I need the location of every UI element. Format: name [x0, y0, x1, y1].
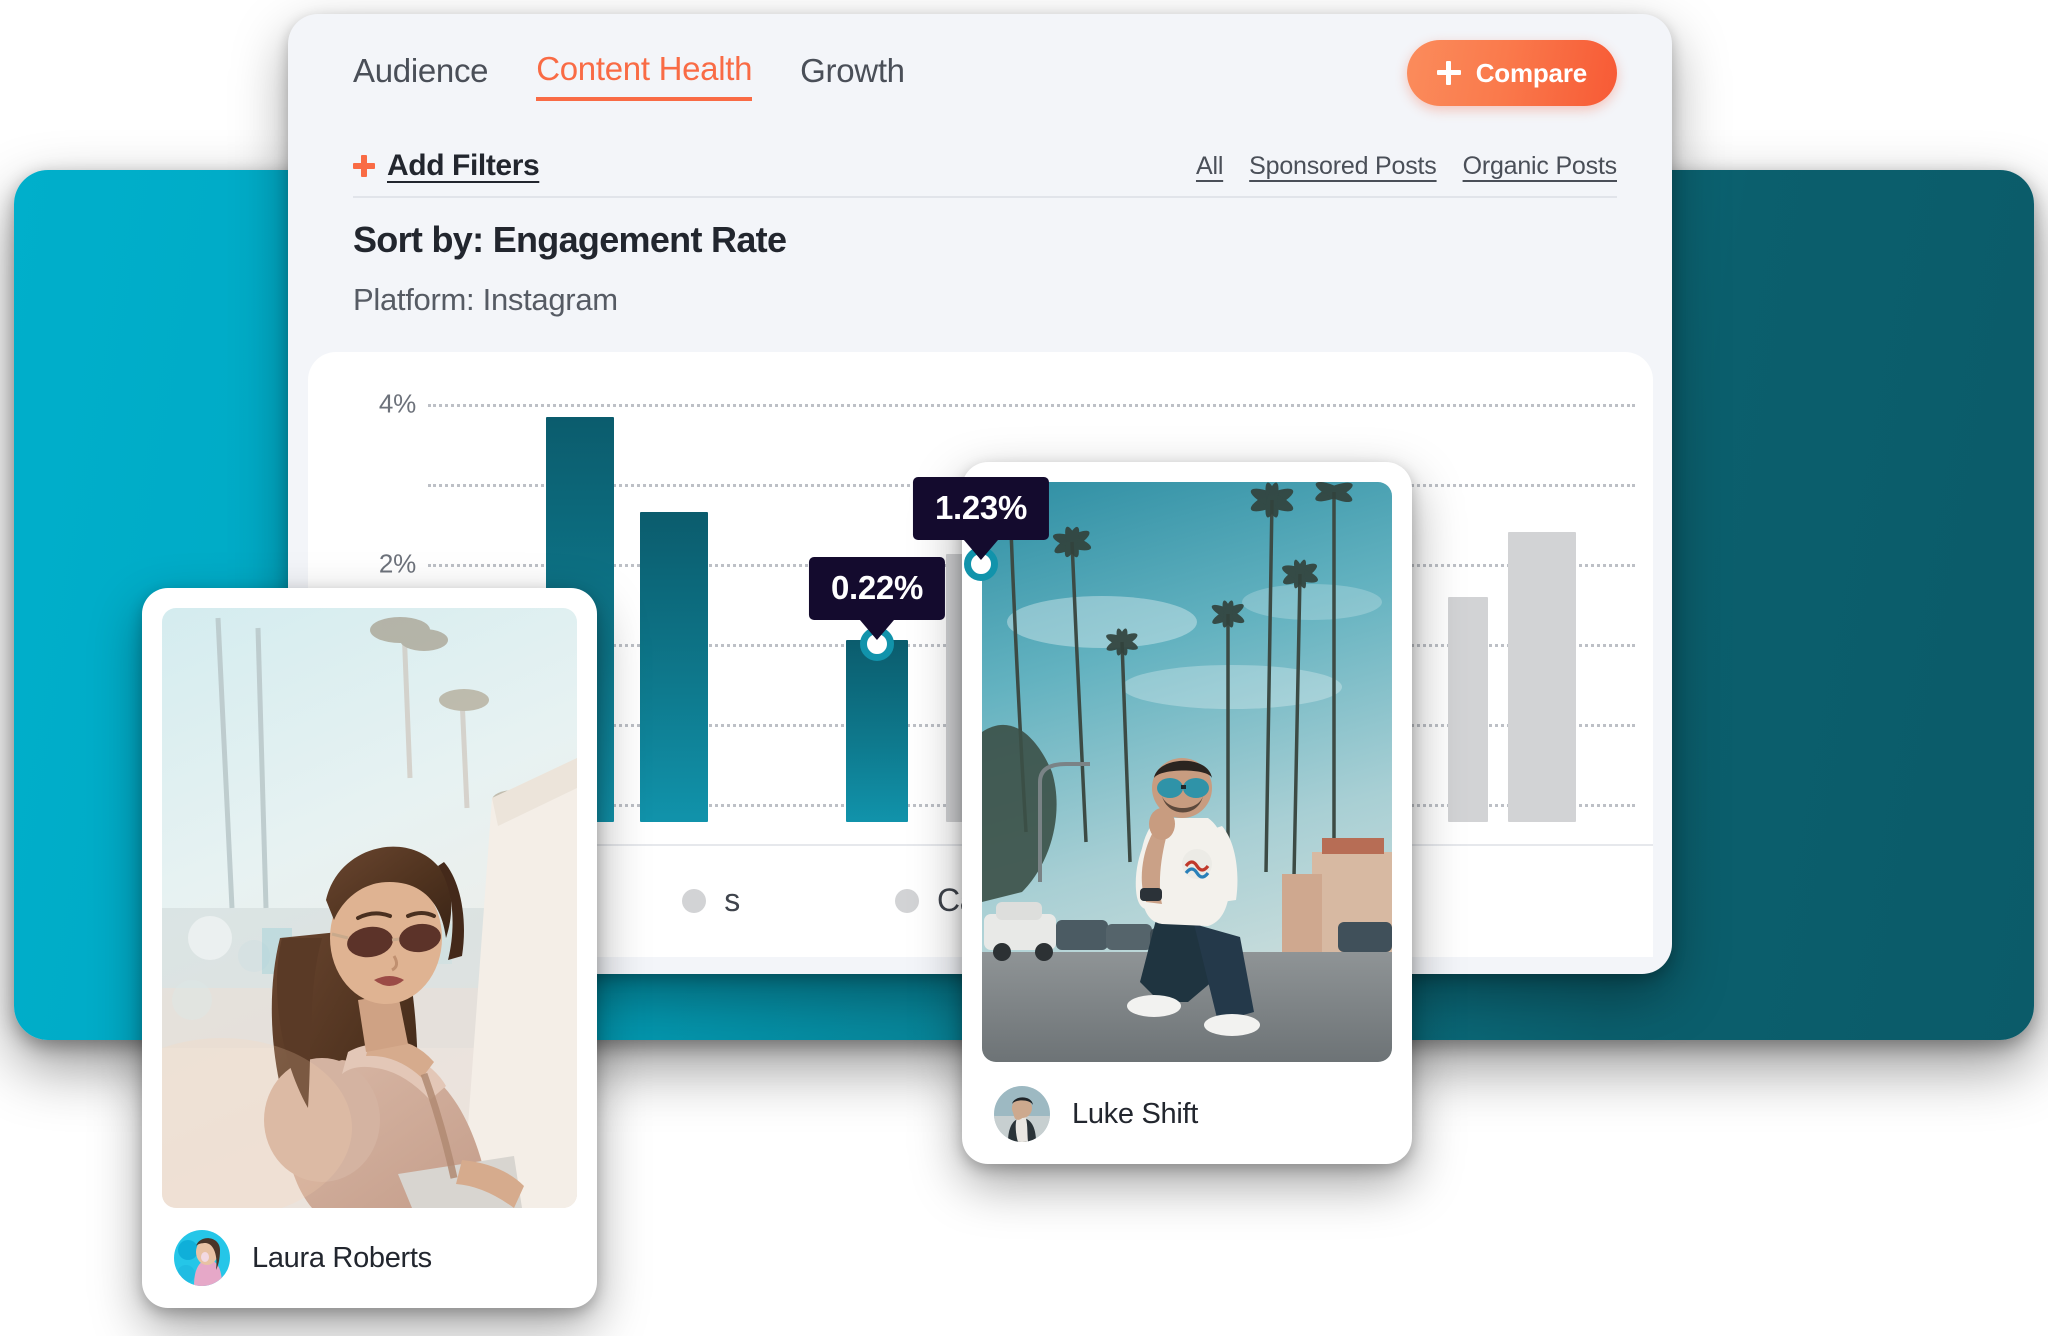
tooltip-1-23-value: 1.23% [934, 489, 1028, 526]
tab-audience-label: Audience [353, 52, 489, 89]
tab-bar: Audience Content Health Growth [353, 50, 905, 101]
legend-dot-icon [682, 888, 707, 913]
tab-content-health[interactable]: Content Health [536, 50, 752, 101]
tooltip-0-22: 0.22% [808, 557, 946, 620]
post-footer-laura: Laura Roberts [142, 1208, 597, 1308]
filter-organic-posts[interactable]: Organic Posts [1463, 152, 1618, 181]
plus-icon [353, 155, 375, 177]
add-filters-label: Add Filters [387, 149, 540, 182]
tooltip-1-23: 1.23% [912, 477, 1050, 540]
y-axis-tick-4pct: 4% [378, 388, 416, 419]
legend-dot-icon [894, 888, 919, 913]
tab-growth-label: Growth [800, 52, 905, 89]
post-image-laura [162, 608, 577, 1208]
post-type-filter-group: All Sponsored Posts Organic Posts [1196, 152, 1617, 181]
post-footer-luke: Luke Shift [962, 1064, 1412, 1164]
tab-audience[interactable]: Audience [353, 52, 489, 99]
y-axis-tick-2pct: 2% [378, 548, 416, 579]
tab-content-health-label: Content Health [536, 50, 753, 87]
avatar-luke [994, 1086, 1050, 1142]
bar-photo-benchmark[interactable] [1508, 532, 1576, 822]
sort-by-label[interactable]: Sort by: Engagement Rate [353, 219, 787, 261]
plus-icon [1436, 61, 1461, 85]
filter-sponsored-posts[interactable]: Sponsored Posts [1249, 152, 1437, 181]
bar-photo-secondary[interactable] [1448, 597, 1488, 822]
compare-button[interactable]: Compare [1406, 40, 1617, 106]
post-card-luke-shift[interactable]: Luke Shift [962, 462, 1412, 1164]
author-name-laura: Laura Roberts [252, 1241, 432, 1274]
legend-item-videos[interactable]: s [682, 882, 740, 919]
tooltip-0-22-value: 0.22% [830, 569, 924, 606]
screenshot-root: Audience Content Health Growth Compare A… [0, 0, 2048, 1336]
avatar-laura [174, 1230, 230, 1286]
legend-label-videos: s [724, 882, 740, 918]
author-name-luke: Luke Shift [1072, 1097, 1198, 1130]
post-card-laura-roberts[interactable]: Laura Roberts [142, 588, 597, 1308]
bar-videos-secondary[interactable] [640, 512, 708, 822]
filter-all[interactable]: All [1196, 152, 1223, 181]
post-image-luke [982, 482, 1392, 1062]
tab-growth[interactable]: Growth [800, 52, 905, 99]
platform-label[interactable]: Platform: Instagram [353, 282, 618, 318]
filter-row: Add Filters All Sponsored Posts Organic … [353, 136, 1617, 198]
compare-button-label: Compare [1475, 57, 1587, 88]
bar-carousel-engagement[interactable] [846, 640, 908, 822]
add-filters-button[interactable]: Add Filters [353, 149, 540, 183]
